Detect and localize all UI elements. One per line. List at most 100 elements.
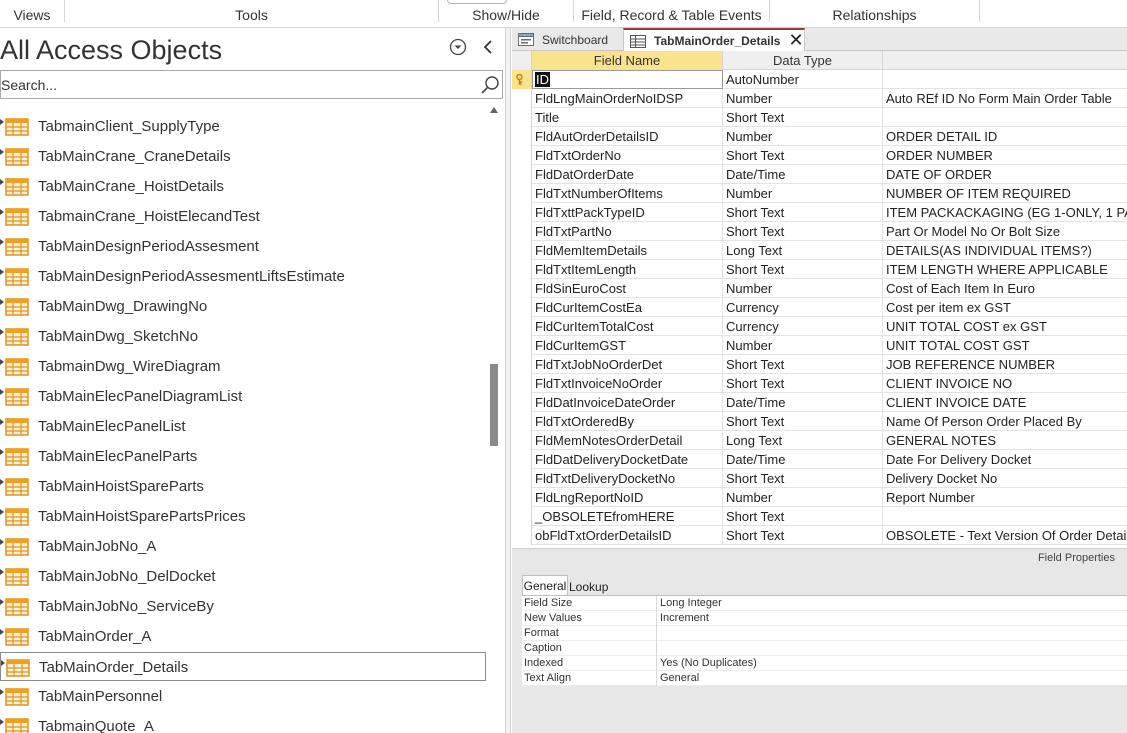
ribbon-group-show-hide[interactable]: Show/Hide bbox=[439, 0, 573, 28]
data-type-cell[interactable]: Number bbox=[723, 184, 883, 203]
property-value[interactable] bbox=[656, 626, 1126, 641]
description-cell[interactable]: Report Number bbox=[883, 488, 1127, 507]
column-header-field-name[interactable]: Field Name bbox=[532, 51, 723, 70]
data-type-cell[interactable]: Currency bbox=[723, 298, 883, 317]
nav-pane-title[interactable]: All Access Objects bbox=[0, 34, 222, 66]
nav-item-table[interactable]: TabMainOrder_A bbox=[0, 622, 486, 651]
row-selector[interactable] bbox=[512, 412, 532, 431]
scroll-up-arrow-icon[interactable] bbox=[490, 107, 498, 113]
description-cell[interactable]: Part Or Model No Or Bolt Size bbox=[883, 222, 1127, 241]
field-row[interactable]: obFldTxtOrderDetailsID Short Text OBSOLETE… bbox=[512, 526, 1127, 545]
row-selector[interactable] bbox=[512, 317, 532, 336]
nav-item-table[interactable]: TabMainCrane_CraneDetails bbox=[0, 142, 486, 171]
field-row[interactable]: FldAutOrderDetailsID Number ORDER DETAIL I… bbox=[512, 127, 1127, 146]
row-selector[interactable] bbox=[512, 184, 532, 203]
nav-item-table[interactable]: TabMainJobNo_ServiceBy bbox=[0, 592, 486, 621]
field-name-cell[interactable]: FldSinEuroCost bbox=[532, 279, 723, 298]
nav-item-table[interactable]: TabMainDesignPeriodAssesmentLiftsEstimat… bbox=[0, 262, 486, 291]
field-name-cell[interactable]: FldDatOrderDate bbox=[532, 165, 723, 184]
data-type-cell[interactable]: Number bbox=[723, 279, 883, 298]
property-row[interactable]: Caption bbox=[522, 641, 1127, 656]
data-type-cell[interactable]: Currency bbox=[723, 317, 883, 336]
description-cell[interactable]: JOB REFERENCE NUMBER bbox=[883, 355, 1127, 374]
ribbon-group-tools[interactable]: Tools bbox=[65, 0, 438, 28]
field-row[interactable]: FldTxtOrderedBy Short Text Name Of Person … bbox=[512, 412, 1127, 431]
field-row[interactable]: FldTxtItemLength Short Text ITEM LENGTH WH… bbox=[512, 260, 1127, 279]
tab-switchboard[interactable]: Switchboard bbox=[512, 28, 622, 51]
nav-item-table[interactable]: TabMainElecPanelDiagramList bbox=[0, 382, 486, 411]
tab-tabmainorder-details[interactable]: TabMainOrder_Details ✕ bbox=[623, 28, 805, 52]
nav-item-table[interactable]: TabMainCrane_HoistDetails bbox=[0, 172, 486, 201]
data-type-cell[interactable]: Long Text bbox=[723, 431, 883, 450]
description-cell[interactable]: ORDER DETAIL ID bbox=[883, 127, 1127, 146]
row-selector[interactable] bbox=[512, 127, 532, 146]
field-name-cell[interactable]: FldCurItemCostEa bbox=[532, 298, 723, 317]
field-row[interactable]: FldLngReportNoID Number Report Number bbox=[512, 488, 1127, 507]
field-row[interactable]: FldMemItemDetails Long Text DETAILS(AS IND… bbox=[512, 241, 1127, 260]
row-selector[interactable] bbox=[512, 222, 532, 241]
field-row[interactable]: FldLngMainOrderNoIDSP Number Auto REf ID N… bbox=[512, 89, 1127, 108]
description-cell[interactable]: Delivery Docket No bbox=[883, 469, 1127, 488]
field-name-cell[interactable]: FldTxtDeliveryDocketNo bbox=[532, 469, 723, 488]
data-type-cell[interactable]: Number bbox=[723, 89, 883, 108]
column-header-description[interactable] bbox=[883, 51, 1127, 70]
field-name-cell[interactable]: FldCurItemTotalCost bbox=[532, 317, 723, 336]
ribbon-group-relationships[interactable]: Relationships bbox=[770, 0, 979, 28]
property-row[interactable]: Field Size Long Integer bbox=[522, 596, 1127, 611]
field-name-cell[interactable]: obFldTxtOrderDetailsID bbox=[532, 526, 723, 545]
search-input[interactable] bbox=[1, 71, 471, 98]
field-name-cell[interactable]: FldLngReportNoID bbox=[532, 488, 723, 507]
property-row[interactable]: Format bbox=[522, 626, 1127, 641]
nav-item-table[interactable]: TabMainOrder_Details bbox=[0, 652, 486, 681]
nav-item-table[interactable]: TabMainJobNo_DelDocket bbox=[0, 562, 486, 591]
field-name-cell[interactable]: FldTxttPackTypeID bbox=[532, 203, 723, 222]
field-row[interactable]: FldCurItemGST Number UNIT TOTAL COST GST bbox=[512, 336, 1127, 355]
data-type-cell[interactable]: Short Text bbox=[723, 108, 883, 127]
column-header-data-type[interactable]: Data Type bbox=[723, 51, 883, 70]
field-row[interactable]: FldTxtInvoiceNoOrder Short Text CLIENT INV… bbox=[512, 374, 1127, 393]
field-name-cell[interactable]: FldTxtNumberOfItems bbox=[532, 184, 723, 203]
tab-lookup[interactable]: Lookup bbox=[569, 577, 608, 597]
row-selector[interactable] bbox=[512, 450, 532, 469]
field-row[interactable]: FldCurItemTotalCost Currency UNIT TOTAL CO… bbox=[512, 317, 1127, 336]
row-selector[interactable] bbox=[512, 165, 532, 184]
field-name-cell[interactable]: FldTxtJobNoOrderDet bbox=[532, 355, 723, 374]
description-cell[interactable]: ORDER NUMBER bbox=[883, 146, 1127, 165]
field-name-cell[interactable]: FldAutOrderDetailsID bbox=[532, 127, 723, 146]
description-cell[interactable] bbox=[883, 108, 1127, 127]
field-row[interactable]: FldDatInvoiceDateOrder Date/Time CLIENT IN… bbox=[512, 393, 1127, 412]
pane-splitter[interactable] bbox=[505, 28, 511, 733]
description-cell[interactable]: DETAILS(AS INDIVIDUAL ITEMS?) bbox=[883, 241, 1127, 260]
description-cell[interactable]: ITEM LENGTH WHERE APPLICABLE bbox=[883, 260, 1127, 279]
description-cell[interactable]: CLIENT INVOICE DATE bbox=[883, 393, 1127, 412]
field-name-cell[interactable]: FldCurItemGST bbox=[532, 336, 723, 355]
nav-item-table[interactable]: TabMainElecPanelList bbox=[0, 412, 486, 441]
row-selector[interactable] bbox=[512, 260, 532, 279]
row-selector[interactable] bbox=[512, 89, 532, 108]
field-row[interactable]: _OBSOLETEfromHERE Short Text bbox=[512, 507, 1127, 526]
description-cell[interactable]: UNIT TOTAL COST ex GST bbox=[883, 317, 1127, 336]
data-type-cell[interactable]: Short Text bbox=[723, 260, 883, 279]
field-row[interactable]: FldTxtNumberOfItems Number NUMBER OF ITEM … bbox=[512, 184, 1127, 203]
nav-item-table[interactable]: TabMainDesignPeriodAssesment bbox=[0, 232, 486, 261]
search-icon[interactable] bbox=[480, 75, 500, 95]
row-selector[interactable] bbox=[512, 336, 532, 355]
field-name-cell[interactable]: ID bbox=[532, 70, 723, 89]
data-type-cell[interactable]: Short Text bbox=[723, 355, 883, 374]
property-row[interactable]: Text Align General bbox=[522, 671, 1127, 686]
description-cell[interactable]: ITEM PACKACKAGING (EG 1-ONLY, 1 PACK) bbox=[883, 203, 1127, 222]
row-selector[interactable] bbox=[512, 469, 532, 488]
data-type-cell[interactable]: AutoNumber bbox=[723, 70, 883, 89]
property-value[interactable] bbox=[656, 641, 1126, 656]
description-cell[interactable]: DATE OF ORDER bbox=[883, 165, 1127, 184]
row-selector[interactable] bbox=[512, 279, 532, 298]
nav-item-table[interactable]: TabMainElecPanelParts bbox=[0, 442, 486, 471]
field-name-cell[interactable]: FldDatInvoiceDateOrder bbox=[532, 393, 723, 412]
nav-item-table[interactable]: TabMainHoistSpareParts bbox=[0, 472, 486, 501]
description-cell[interactable]: Cost per item ex GST bbox=[883, 298, 1127, 317]
property-row[interactable]: New Values Increment bbox=[522, 611, 1127, 626]
row-selector[interactable] bbox=[512, 70, 532, 89]
nav-item-table[interactable]: TabMainDwg_SketchNo bbox=[0, 322, 486, 351]
description-cell[interactable]: OBSOLETE - Text Version Of Order Details bbox=[883, 526, 1127, 545]
field-row[interactable]: FldTxtOrderNo Short Text ORDER NUMBER bbox=[512, 146, 1127, 165]
